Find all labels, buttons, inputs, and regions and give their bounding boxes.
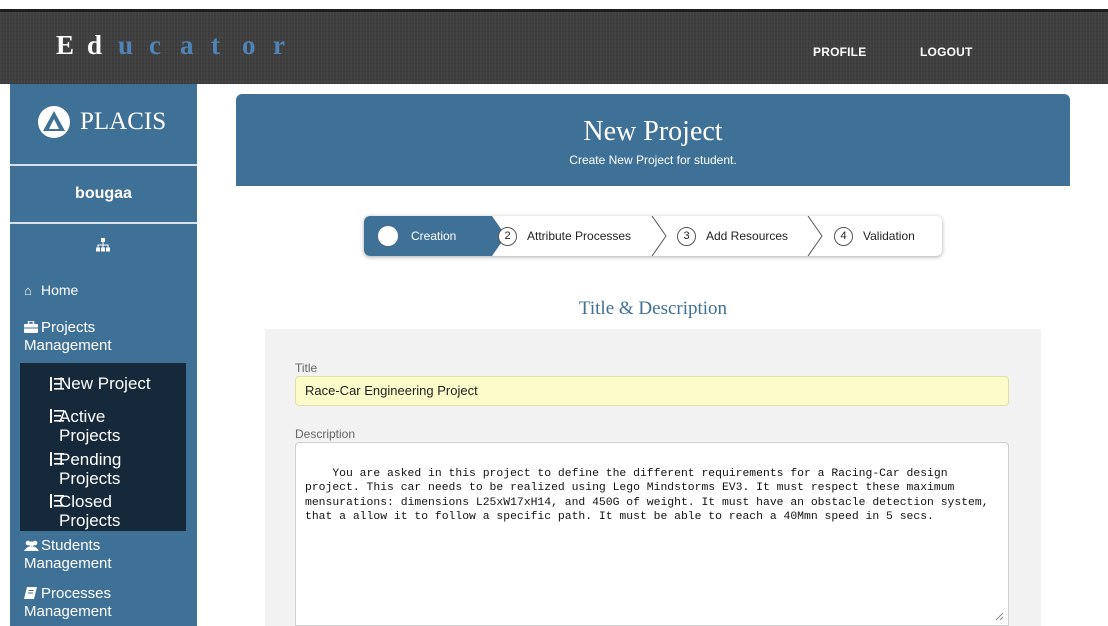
sidebar-item-active-projects[interactable]: Active Projects [59,407,120,445]
page-subtitle: Create New Project for student. [569,153,737,167]
sidebar-item-processes-management[interactable]: Processes Management [24,585,112,621]
org-header: PLACIS [10,84,197,166]
sidebar-item-projects-management[interactable]: Projects Management [24,319,112,355]
title-label: Title [295,361,318,375]
step-label: Add Resources [706,229,789,243]
brand-logo[interactable]: Educator [56,30,304,60]
step-label: Validation [863,229,915,243]
wizard-step-creation[interactable]: Creation [364,216,506,256]
sidebar-item-label: Students [41,537,101,554]
section-title: Title & Description [578,298,728,319]
sidebar-item-label: Management [24,555,112,572]
step-number: 3 [677,227,696,246]
brand-letter: d [87,30,103,60]
brand-letter: u [118,30,134,60]
wizard-step-attribute-processes[interactable]: 2 Attribute Processes [498,216,648,256]
briefcase-icon [24,320,38,333]
wizard-step-add-resources[interactable]: 3 Add Resources [677,216,807,256]
logout-link[interactable]: LOGOUT [920,45,973,59]
brand-letter: t [211,30,220,60]
org-name: PLACIS [80,108,167,135]
top-edge [0,0,1108,9]
wizard-steps: Creation 2 Attribute Processes 3 Add Res… [364,216,942,256]
brand-letter: r [273,30,285,60]
brand-letter: E [56,30,75,60]
projects-submenu: New Project Active Projects Pending Proj… [20,363,186,531]
book-icon [24,587,37,599]
sidebar-item-pending-projects[interactable]: Pending Projects [59,450,121,488]
sidebar-item-home[interactable]: ⌂ Home [24,281,78,300]
title-input[interactable]: Race-Car Engineering Project [295,376,1009,406]
page-header: New Project Create New Project for stude… [236,94,1070,186]
profile-link[interactable]: PROFILE [813,45,866,59]
users-icon [24,540,39,551]
sidebar-item-closed-projects[interactable]: Closed Projects [59,492,120,530]
step-number: 2 [498,227,517,246]
step-label: Attribute Processes [527,229,632,243]
project-form: Title Race-Car Engineering Project Descr… [265,329,1041,626]
chevron-right-icon [807,216,823,256]
submenu-item-label: Projects [59,426,121,445]
sidebar-item-label: Management [24,603,112,620]
submenu-item-label: Active [59,407,106,426]
top-edge-line [0,9,1108,12]
home-icon: ⌂ [24,283,32,298]
description-label: Description [295,427,356,441]
description-text: You are asked in this project to define … [305,467,996,524]
submenu-item-label: New Project [59,374,151,393]
description-textarea[interactable]: You are asked in this project to define … [295,442,1009,626]
sidebar-item-label: Processes [41,585,112,602]
submenu-item-label: Projects [59,511,121,530]
wizard-step-validation[interactable]: 4 Validation [834,216,934,256]
sidebar-item-students-management[interactable]: Students Management [24,537,112,573]
sidebar-item-label: Projects [41,319,96,336]
brand-letter: c [149,30,161,60]
brand-letter: a [180,30,194,60]
sidebar-item-label: Home [41,282,79,298]
sidebar-item-label: Management [24,337,112,354]
chevron-right-icon [651,216,667,256]
resize-grip-icon[interactable] [995,612,1004,621]
submenu-item-label: Pending [59,450,122,469]
submenu-item-label: Projects [59,469,121,488]
sidebar: PLACIS bougaa ⌂ Home Projects Management … [10,84,197,626]
step-number: 4 [834,227,853,246]
brand-letter: o [242,30,256,60]
sitemap-icon[interactable] [96,238,110,252]
page-title: New Project [583,116,723,147]
username: bougaa [10,166,197,224]
sidebar-item-new-project[interactable]: New Project [59,374,151,393]
step-indicator [378,226,398,246]
submenu-item-label: Closed [59,492,112,511]
step-label: Creation [411,229,457,243]
placis-logo-icon [38,106,70,138]
